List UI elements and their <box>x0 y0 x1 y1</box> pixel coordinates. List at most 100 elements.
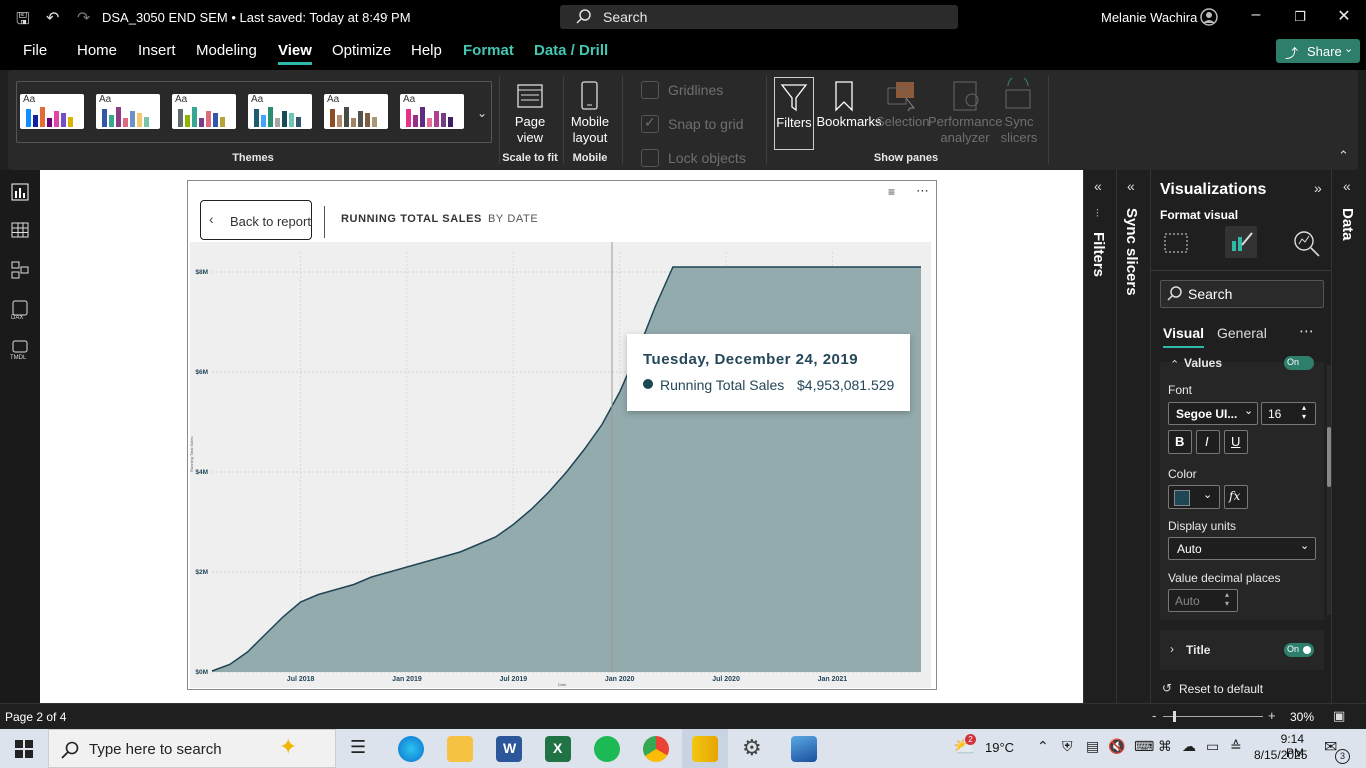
build-visual-icon[interactable] <box>1163 230 1189 256</box>
settings-icon[interactable]: ⚙ <box>742 735 762 761</box>
mobile-icon[interactable] <box>578 80 602 112</box>
sync-slicers-icon[interactable] <box>1002 78 1034 112</box>
document-title[interactable]: DSA_3050 END SEM • Last saved: Today at … <box>102 10 411 25</box>
increment-icon[interactable]: ▴ <box>1302 403 1306 412</box>
zoom-slider[interactable] <box>1163 711 1263 722</box>
chevron-down-icon[interactable]: ⌄ <box>477 106 487 120</box>
selection-icon[interactable] <box>886 80 918 112</box>
decimal-places-stepper[interactable]: Auto ▴ ▾ <box>1168 589 1238 612</box>
filter-icon[interactable]: ≡ <box>888 185 895 199</box>
snap-to-grid-checkbox[interactable]: ✓ <box>641 114 659 133</box>
menu-modeling[interactable]: Modeling <box>196 42 257 59</box>
save-icon[interactable]: 🖫 <box>16 8 30 35</box>
bookmark-icon[interactable] <box>833 80 855 112</box>
collapse-ribbon-icon[interactable]: ⌃ <box>1338 148 1349 164</box>
dax-query-view-icon[interactable]: DAX <box>10 300 30 320</box>
more-options-icon[interactable]: ⋯ <box>1299 322 1314 340</box>
lock-objects-checkbox[interactable] <box>641 149 659 167</box>
performance-analyzer-icon[interactable] <box>952 80 984 112</box>
bookmarks-button[interactable]: Bookmarks <box>813 114 885 130</box>
wifi-icon[interactable]: ≙ <box>1230 738 1242 755</box>
color-picker[interactable]: ⌄ <box>1168 485 1220 509</box>
tab-visual[interactable]: Visual <box>1163 325 1204 348</box>
filters-pane-label[interactable]: Filters <box>1090 232 1107 277</box>
display-units-select[interactable]: Auto ⌄ <box>1168 537 1316 560</box>
volume-muted-icon[interactable]: 🔇 <box>1108 738 1125 755</box>
menu-insert[interactable]: Insert <box>138 42 176 59</box>
language-icon[interactable]: ⌨ <box>1134 738 1154 755</box>
task-view-icon[interactable]: ☰ <box>350 737 366 758</box>
user-name[interactable]: Melanie Wachira <box>1101 10 1197 25</box>
decrement-icon[interactable]: ▾ <box>1225 599 1229 608</box>
search-input[interactable]: Search <box>560 5 958 29</box>
redo-icon[interactable]: ↷ <box>77 8 90 28</box>
data-pane-label[interactable]: Data <box>1339 208 1356 241</box>
show-hidden-icons[interactable]: ⌃ <box>1037 738 1049 755</box>
theme-option[interactable]: Aa <box>248 94 312 129</box>
sync-slicers-pane-label[interactable]: Sync slicers <box>1123 208 1140 296</box>
back-to-report-button[interactable]: ‹ Back to report <box>200 200 312 240</box>
theme-option[interactable]: Aa <box>96 94 160 129</box>
chrome-icon[interactable] <box>643 736 669 762</box>
menu-format[interactable]: Format <box>463 42 514 59</box>
edge-icon[interactable] <box>398 736 424 762</box>
photos-icon[interactable] <box>791 736 817 762</box>
title-format-card[interactable]: › Title On <box>1160 630 1324 670</box>
tab-general[interactable]: General <box>1217 325 1267 341</box>
model-view-icon[interactable] <box>10 260 30 280</box>
analytics-icon[interactable] <box>1293 230 1321 258</box>
values-toggle[interactable]: On <box>1284 356 1314 370</box>
tmdl-view-icon[interactable]: TMDL <box>10 340 30 360</box>
theme-option[interactable]: Aa <box>172 94 236 129</box>
excel-icon[interactable]: X <box>545 736 571 762</box>
format-search-input[interactable]: Search <box>1160 280 1324 308</box>
input-method-icon[interactable]: ⌘ <box>1158 738 1172 755</box>
undo-icon[interactable]: ↶ <box>46 8 59 28</box>
expand-icon[interactable]: « <box>1127 178 1135 194</box>
battery-icon[interactable]: ▭ <box>1206 738 1219 755</box>
word-icon[interactable]: W <box>496 736 522 762</box>
minimize-button[interactable]: – <box>1241 6 1271 24</box>
italic-button[interactable]: I <box>1196 430 1220 454</box>
theme-option[interactable]: Aa <box>400 94 464 129</box>
file-explorer-icon[interactable] <box>447 736 473 762</box>
running-total-area-chart[interactable]: $0M $2M $4M $6M $8M Jul 2018 Jan 2019 Jul 2019… <box>190 242 931 688</box>
more-options-icon[interactable]: ⋯ <box>916 183 929 199</box>
sync-slicers-button[interactable]: Sync slicers <box>996 114 1042 146</box>
bold-button[interactable]: B <box>1168 430 1192 454</box>
share-button[interactable]: ⤴ Share ⌄ <box>1276 39 1360 63</box>
filters-pane-button[interactable]: Filters <box>774 77 814 150</box>
theme-option[interactable]: Aa <box>324 94 388 129</box>
title-toggle[interactable]: On <box>1284 643 1314 657</box>
values-section-label[interactable]: Values <box>1184 356 1222 370</box>
tablet-icon[interactable]: ▤ <box>1086 738 1099 755</box>
menu-view[interactable]: View <box>278 42 312 65</box>
zoom-in-button[interactable]: + <box>1268 708 1276 723</box>
expand-icon[interactable]: « <box>1094 178 1102 194</box>
expand-icon[interactable]: « <box>1343 178 1351 194</box>
menu-file[interactable]: File <box>23 42 47 59</box>
maximize-button[interactable]: ❐ <box>1285 9 1315 25</box>
reset-to-default-button[interactable]: Reset to default <box>1179 682 1263 696</box>
theme-option[interactable]: Aa <box>20 94 84 129</box>
taskbar-search-input[interactable]: Type here to search ✦ <box>48 729 336 768</box>
mobile-layout-button[interactable]: Mobile layout <box>564 114 616 146</box>
spotify-icon[interactable] <box>594 736 620 762</box>
page-view-icon[interactable] <box>515 80 545 110</box>
chevron-up-icon[interactable]: ⌃ <box>1170 358 1179 371</box>
report-view-icon[interactable] <box>10 182 30 202</box>
chevron-down-icon[interactable]: ⌵ <box>380 10 388 23</box>
table-view-icon[interactable] <box>10 220 30 240</box>
gridlines-checkbox[interactable] <box>641 81 659 99</box>
zoom-level[interactable]: 30% <box>1290 710 1314 724</box>
increment-icon[interactable]: ▴ <box>1225 590 1229 599</box>
page-view-button[interactable]: Page view <box>505 114 555 146</box>
avatar[interactable] <box>1200 8 1218 26</box>
power-bi-icon[interactable] <box>692 736 718 762</box>
close-button[interactable]: ✕ <box>1329 6 1359 26</box>
menu-data-drill[interactable]: Data / Drill <box>534 42 608 59</box>
menu-help[interactable]: Help <box>411 42 442 59</box>
menu-optimize[interactable]: Optimize <box>332 42 391 59</box>
decrement-icon[interactable]: ▾ <box>1302 412 1306 421</box>
font-size-stepper[interactable]: 16 ▴ ▾ <box>1261 402 1316 425</box>
